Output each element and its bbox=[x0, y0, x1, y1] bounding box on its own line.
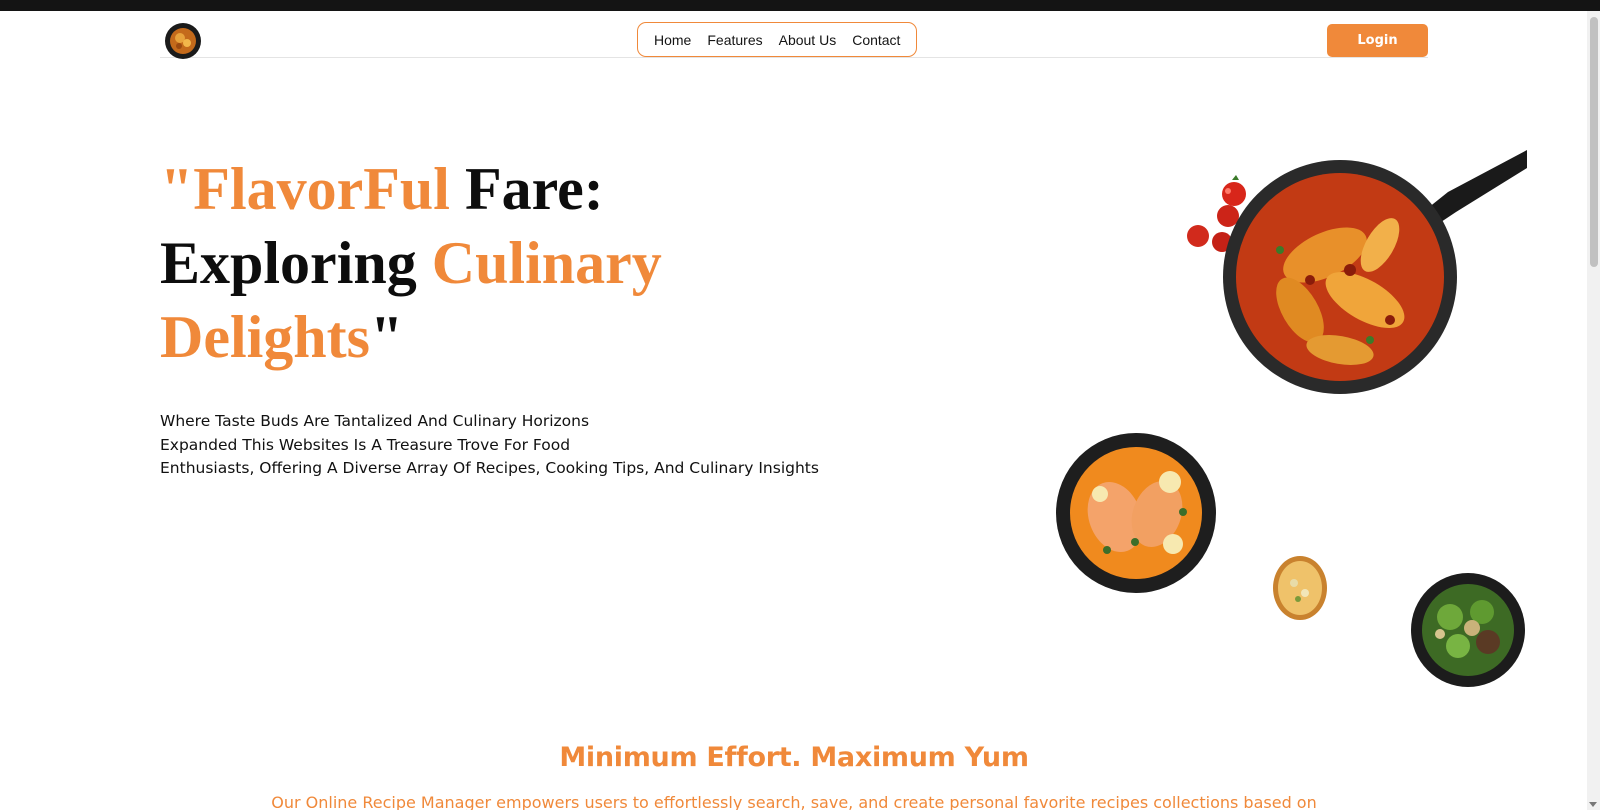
hero-title-delights: Delights bbox=[160, 304, 370, 370]
hero-title-culinary: Culinary bbox=[431, 230, 662, 296]
nav-link-about-us[interactable]: About Us bbox=[779, 32, 837, 48]
hero-title-flavorful: "FlavorFul bbox=[160, 156, 450, 222]
hero-description-line: Where Taste Buds Are Tantalized And Culi… bbox=[160, 412, 590, 430]
section-title: Minimum Effort. Maximum Yum bbox=[559, 742, 1029, 773]
hero-title-exploring: Exploring bbox=[160, 230, 417, 296]
main-nav: Home Features About Us Contact bbox=[637, 22, 918, 57]
browser-top-bar bbox=[0, 0, 1600, 11]
nav-link-contact[interactable]: Contact bbox=[852, 32, 900, 48]
logo-dish-icon[interactable] bbox=[165, 23, 201, 59]
nav-link-features[interactable]: Features bbox=[707, 32, 762, 48]
hero-title: "FlavorFul Fare: Exploring Culinary Deligh… bbox=[160, 152, 780, 374]
section-description: Our Online Recipe Manager empowers users… bbox=[271, 793, 1317, 810]
hero-description-line: Enthusiasts, Offering A Diverse Array Of… bbox=[160, 459, 819, 477]
scrollbar-thumb[interactable] bbox=[1590, 17, 1598, 267]
nav-link-home[interactable]: Home bbox=[654, 32, 691, 48]
pasta-pan-image bbox=[1180, 150, 1530, 400]
navbar: Home Features About Us Contact Login bbox=[160, 11, 1428, 59]
hero-description: Where Taste Buds Are Tantalized And Culi… bbox=[160, 410, 819, 481]
page-scrollbar[interactable] bbox=[1587, 11, 1600, 810]
scroll-down-arrow-icon[interactable] bbox=[1589, 802, 1597, 807]
hero-title-closing-quote: " bbox=[370, 304, 404, 370]
small-bowl-image bbox=[1272, 555, 1328, 622]
hero-title-fare: Fare: bbox=[464, 156, 604, 222]
hero-description-line: Expanded This Websites Is A Treasure Tro… bbox=[160, 435, 571, 454]
salad-bowl-image bbox=[1410, 572, 1526, 688]
login-button[interactable]: Login bbox=[1327, 24, 1428, 57]
salmon-curry-image bbox=[1055, 432, 1217, 594]
